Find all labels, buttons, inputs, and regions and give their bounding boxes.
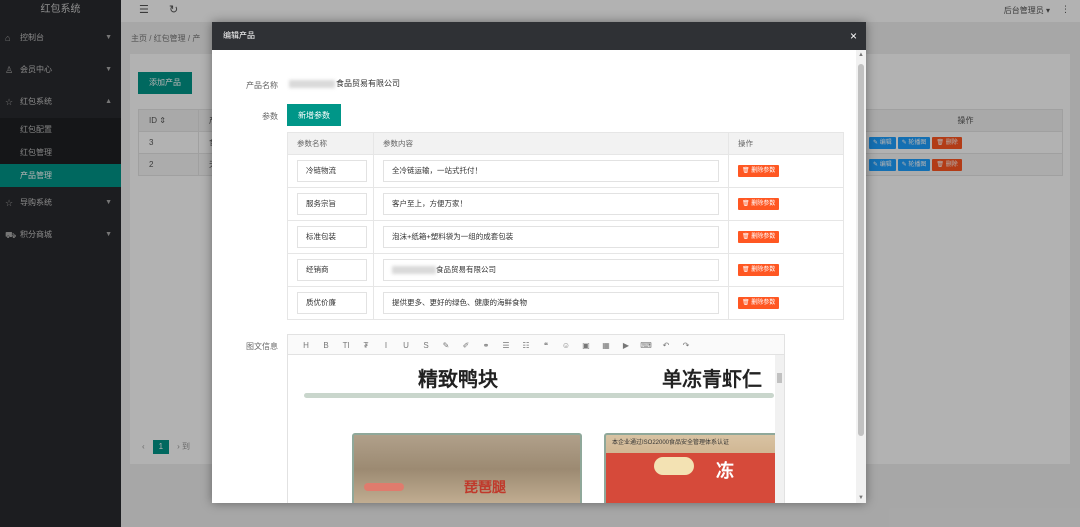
delete-param-button[interactable]: 🗑 删除参数 — [738, 231, 780, 243]
edit-product-modal: 编辑产品 × 产品名称 食品贸易有限公司 参数 新增参数 参数名称 参数内容 操… — [212, 22, 866, 503]
image-icon[interactable]: ▣ — [576, 336, 596, 356]
table-row: 标准包装 泡沫+纸箱+塑料袋为一组的成套包装 🗑 删除参数 — [287, 220, 844, 254]
delete-param-button[interactable]: 🗑 删除参数 — [738, 297, 780, 309]
link-icon[interactable]: ⚭ — [476, 336, 496, 356]
scroll-up-icon[interactable]: ▲ — [858, 52, 864, 58]
list-icon[interactable]: ☰ — [496, 336, 516, 356]
modal-header: 编辑产品 × — [212, 22, 866, 50]
modal-title: 编辑产品 — [223, 31, 255, 40]
editor-scrollbar[interactable] — [775, 355, 784, 503]
content-divider — [304, 393, 774, 398]
italic-icon[interactable]: I — [376, 336, 396, 356]
rich-text-editor: H B Tl ₮ I U S ✎ ✐ ⚭ ☰ ☷ ❝ ☺ ▣ ▦ ▶ ⌨ ↶ ↷ 精致鸭块 单冻青虾仁 琵琶腿 本企业… — [287, 334, 785, 503]
redacted-text — [289, 79, 335, 88]
font-color-icon[interactable]: ✎ — [436, 336, 456, 356]
table-row: 经销商 食品贸易有限公司 🗑 删除参数 — [287, 253, 844, 287]
column-header-param-content: 参数内容 — [373, 132, 729, 155]
redacted-text — [392, 266, 436, 275]
scrollbar-thumb[interactable] — [777, 373, 782, 383]
quote-icon[interactable]: ❝ — [536, 336, 556, 356]
param-content-input[interactable]: 泡沫+纸箱+塑料袋为一组的成套包装 — [383, 226, 719, 248]
font-family-icon[interactable]: ₮ — [356, 336, 376, 356]
close-icon[interactable]: × — [850, 22, 857, 50]
product-photo: 琵琶腿 — [352, 433, 582, 503]
photo-text: 琵琶腿 — [464, 479, 506, 495]
add-param-button[interactable]: 新增参数 — [287, 104, 341, 126]
product-photo: 本企业通过ISO22000食品安全管理体系认证 冻 — [604, 433, 782, 503]
param-name-input[interactable]: 标准包装 — [297, 226, 367, 248]
undo-icon[interactable]: ↶ — [656, 336, 676, 356]
editor-content[interactable]: 精致鸭块 单冻青虾仁 琵琶腿 本企业通过ISO22000食品安全管理体系认证 冻 — [288, 355, 784, 503]
table-icon[interactable]: ▦ — [596, 336, 616, 356]
photo-text: 冻 — [716, 461, 734, 481]
background-color-icon[interactable]: ✐ — [456, 336, 476, 356]
photo-logo — [654, 457, 694, 475]
table-row: 冷链物流 全冷链运输，一站式托付！ 🗑 删除参数 — [287, 154, 844, 188]
content-heading: 精致鸭块 — [418, 367, 498, 391]
column-header-param-actions: 操作 — [728, 132, 844, 155]
emoji-icon[interactable]: ☺ — [556, 336, 576, 356]
params-label: 参数 — [262, 112, 278, 121]
product-name-field[interactable]: 食品贸易有限公司 — [289, 78, 400, 89]
product-name-label: 产品名称 — [246, 81, 278, 90]
delete-param-button[interactable]: 🗑 删除参数 — [738, 264, 780, 276]
table-row: 服务宗旨 客户至上，方便万家！ 🗑 删除参数 — [287, 187, 844, 221]
param-name-input[interactable]: 质优价廉 — [297, 292, 367, 314]
param-content-input[interactable]: 客户至上，方便万家！ — [383, 193, 719, 215]
editor-toolbar: H B Tl ₮ I U S ✎ ✐ ⚭ ☰ ☷ ❝ ☺ ▣ ▦ ▶ ⌨ ↶ ↷ — [288, 335, 784, 355]
align-icon[interactable]: ☷ — [516, 336, 536, 356]
photo-decoration — [606, 453, 782, 503]
heading-icon[interactable]: H — [296, 336, 316, 356]
code-icon[interactable]: ⌨ — [636, 336, 656, 356]
param-content-input[interactable]: 食品贸易有限公司 — [383, 259, 719, 281]
param-name-input[interactable]: 冷链物流 — [297, 160, 367, 182]
strikethrough-icon[interactable]: S — [416, 336, 436, 356]
delete-param-button[interactable]: 🗑 删除参数 — [738, 198, 780, 210]
param-table: 参数名称 参数内容 操作 冷链物流 全冷链运输，一站式托付！ 🗑 删除参数 服务… — [287, 132, 844, 320]
param-content-input[interactable]: 全冷链运输，一站式托付！ — [383, 160, 719, 182]
param-name-input[interactable]: 经销商 — [297, 259, 367, 281]
content-heading: 单冻青虾仁 — [662, 367, 762, 391]
bold-icon[interactable]: B — [316, 336, 336, 356]
delete-param-button[interactable]: 🗑 删除参数 — [738, 165, 780, 177]
photo-text: 本企业通过ISO22000食品安全管理体系认证 — [612, 440, 730, 446]
param-name-input[interactable]: 服务宗旨 — [297, 193, 367, 215]
modal-body: 产品名称 食品贸易有限公司 参数 新增参数 参数名称 参数内容 操作 冷链物流 … — [212, 50, 856, 503]
video-icon[interactable]: ▶ — [616, 336, 636, 356]
param-content-value: 食品贸易有限公司 — [436, 265, 496, 274]
scrollbar-thumb[interactable] — [858, 64, 864, 436]
photo-decoration — [364, 483, 404, 491]
param-content-input[interactable]: 提供更多、更好的绿色、健康的海鲜食物 — [383, 292, 719, 314]
modal-scrollbar[interactable]: ▲ ▼ — [856, 50, 866, 503]
scroll-down-icon[interactable]: ▼ — [858, 495, 864, 501]
rich-text-label: 图文信息 — [246, 342, 278, 351]
redo-icon[interactable]: ↷ — [676, 336, 696, 356]
underline-icon[interactable]: U — [396, 336, 416, 356]
font-size-icon[interactable]: Tl — [336, 336, 356, 356]
column-header-param-name: 参数名称 — [287, 132, 374, 155]
table-row: 质优价廉 提供更多、更好的绿色、健康的海鲜食物 🗑 删除参数 — [287, 286, 844, 320]
product-name-value: 食品贸易有限公司 — [336, 79, 400, 88]
